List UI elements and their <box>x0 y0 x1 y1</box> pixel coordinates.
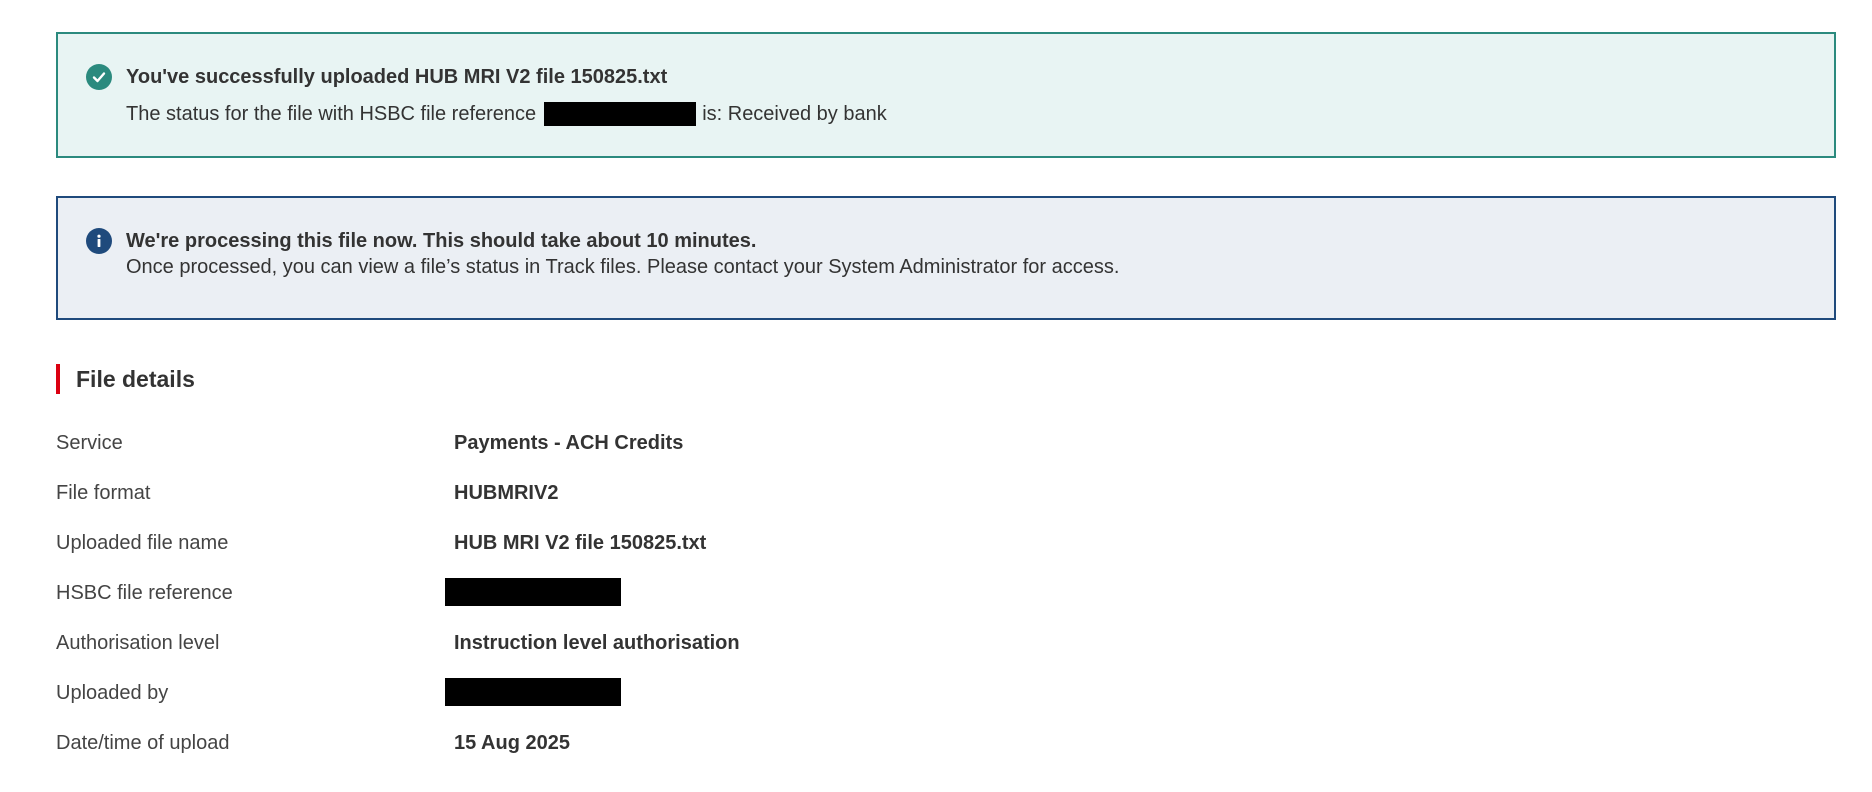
detail-row-hsbc-file-reference: HSBC file reference <box>56 578 1256 628</box>
detail-row-service: Service Payments - ACH Credits <box>56 428 1256 478</box>
success-message: The status for the file with HSBC file r… <box>126 102 887 126</box>
redacted-value <box>445 578 621 606</box>
detail-label: Authorisation level <box>56 632 220 654</box>
success-banner: You've successfully uploaded HUB MRI V2 … <box>56 32 1836 158</box>
detail-value: HUB MRI V2 file 150825.txt <box>454 532 707 554</box>
detail-label: Date/time of upload <box>56 732 230 754</box>
detail-value: 15 Aug 2025 <box>454 732 570 754</box>
success-message-suffix: is: Received by bank <box>702 102 887 125</box>
check-circle-icon <box>86 64 112 90</box>
detail-label: Uploaded file name <box>56 532 229 554</box>
success-message-prefix: The status for the file with HSBC file r… <box>126 102 537 125</box>
info-message: Once processed, you can view a file’s st… <box>126 256 1120 278</box>
detail-label: Uploaded by <box>56 682 169 704</box>
info-banner: We're processing this file now. This sho… <box>56 196 1836 320</box>
file-upload-confirmation-page: You've successfully uploaded HUB MRI V2 … <box>0 0 1872 792</box>
info-title: We're processing this file now. This sho… <box>126 230 757 252</box>
detail-label: File format <box>56 482 151 504</box>
redacted-file-reference <box>544 102 697 126</box>
detail-row-file-format: File format HUBMRIV2 <box>56 478 1256 528</box>
detail-row-uploaded-by: Uploaded by <box>56 678 1256 728</box>
redacted-value <box>445 678 621 706</box>
detail-value: Instruction level authorisation <box>454 632 740 654</box>
detail-row-uploaded-file-name: Uploaded file name HUB MRI V2 file 15082… <box>56 528 1256 578</box>
detail-value: Payments - ACH Credits <box>454 432 684 454</box>
success-title: You've successfully uploaded HUB MRI V2 … <box>126 66 668 88</box>
info-circle-icon <box>86 228 112 254</box>
detail-value: HUBMRIV2 <box>454 482 559 504</box>
file-details-heading: File details <box>56 364 195 394</box>
detail-row-date-time-of-upload: Date/time of upload 15 Aug 2025 <box>56 728 1256 778</box>
detail-row-authorisation-level: Authorisation level Instruction level au… <box>56 628 1256 678</box>
file-details-list: Service Payments - ACH Credits File form… <box>56 428 1256 778</box>
detail-label: Service <box>56 432 123 454</box>
detail-label: HSBC file reference <box>56 582 233 604</box>
